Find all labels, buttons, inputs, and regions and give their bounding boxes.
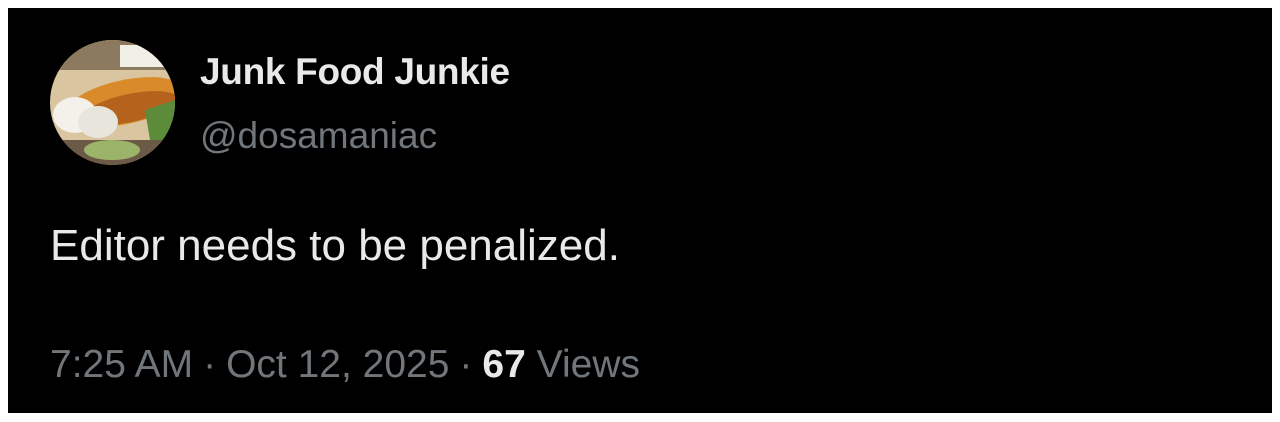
tweet-text: Editor needs to be penalized. (50, 221, 620, 270)
tweet-card: Junk Food Junkie @dosamaniac Editor need… (8, 8, 1272, 413)
avatar[interactable] (50, 40, 175, 165)
tweet-date[interactable]: Oct 12, 2025 (226, 343, 449, 386)
food-platter-avatar-icon (50, 40, 175, 165)
user-handle[interactable]: @dosamaniac (200, 115, 437, 157)
views-label[interactable]: Views (537, 343, 640, 386)
tweet-time[interactable]: 7:25 AM (50, 343, 193, 386)
views-count[interactable]: 67 (482, 343, 525, 386)
display-name[interactable]: Junk Food Junkie (200, 51, 510, 93)
tweet-meta: 7:25 AM · Oct 12, 2025 · 67 Views (50, 343, 640, 387)
meta-separator: · (459, 343, 473, 386)
meta-separator: · (203, 343, 217, 386)
